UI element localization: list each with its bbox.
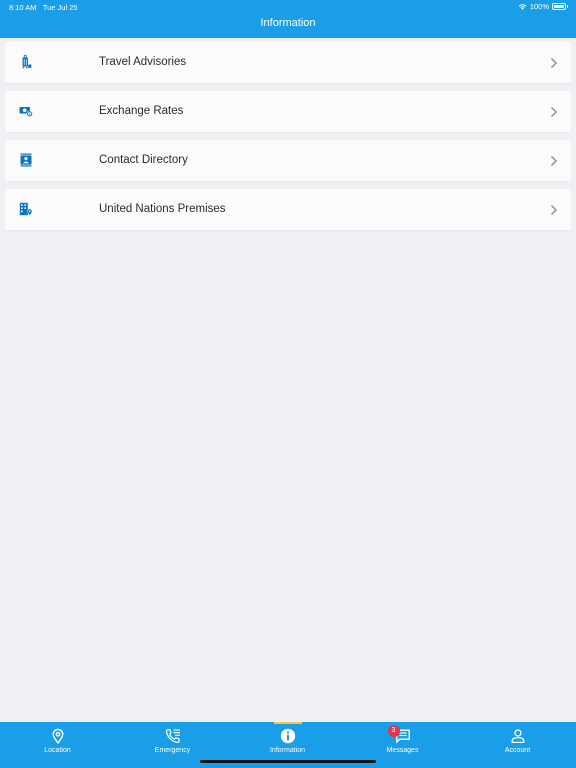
status-date-text: Tue Jul 25 <box>42 3 78 12</box>
menu-item-travel-advisories[interactable]: Travel Advisories <box>5 42 571 83</box>
menu-item-exchange-rates[interactable]: Exchange Rates <box>5 91 571 132</box>
tab-label: Emergency <box>154 747 191 754</box>
tab-location[interactable]: Location <box>0 722 115 768</box>
header-bar: 8:10 AM Tue Jul 25 100% Information <box>0 0 576 38</box>
menu-item-label: Travel Advisories <box>99 56 187 68</box>
info-icon <box>280 728 295 744</box>
wifi-icon <box>518 4 527 10</box>
information-menu: Travel Advisories Exchange Rates Contact… <box>5 42 571 238</box>
status-indicators: 100% <box>518 2 568 11</box>
tab-label: Location <box>44 747 71 754</box>
menu-item-contact-directory[interactable]: Contact Directory <box>5 140 571 181</box>
tab-account[interactable]: Account <box>460 722 575 768</box>
currency-exchange-icon <box>19 107 33 117</box>
menu-item-label: United Nations Premises <box>99 203 226 215</box>
chevron-right-icon <box>551 156 557 166</box>
chevron-right-icon <box>551 58 557 68</box>
battery-icon <box>552 3 568 10</box>
luggage-icon <box>22 55 32 69</box>
tab-label: Messages <box>386 747 419 754</box>
menu-item-un-premises[interactable]: United Nations Premises <box>5 189 571 230</box>
active-tab-indicator <box>273 722 302 724</box>
tab-label: Information <box>269 747 306 754</box>
contact-card-icon <box>20 153 32 167</box>
location-pin-icon <box>51 728 64 744</box>
building-location-icon <box>19 202 33 216</box>
person-icon <box>511 729 524 744</box>
status-bar: 8:10 AM Tue Jul 25 100% <box>0 0 576 14</box>
chevron-right-icon <box>551 205 557 215</box>
tab-label: Account <box>504 747 531 754</box>
battery-fill <box>554 5 564 8</box>
page-title: Information <box>260 17 316 29</box>
home-indicator[interactable] <box>200 760 376 763</box>
menu-item-label: Contact Directory <box>99 154 188 166</box>
menu-item-label: Exchange Rates <box>99 105 184 117</box>
chevron-right-icon <box>551 107 557 117</box>
battery-percent: 100% <box>529 2 549 11</box>
status-time: 8:10 AM Tue Jul 25 <box>9 3 78 12</box>
phone-list-icon <box>165 729 180 744</box>
status-time-text: 8:10 AM <box>9 3 37 12</box>
unread-badge: 3 <box>387 725 400 737</box>
